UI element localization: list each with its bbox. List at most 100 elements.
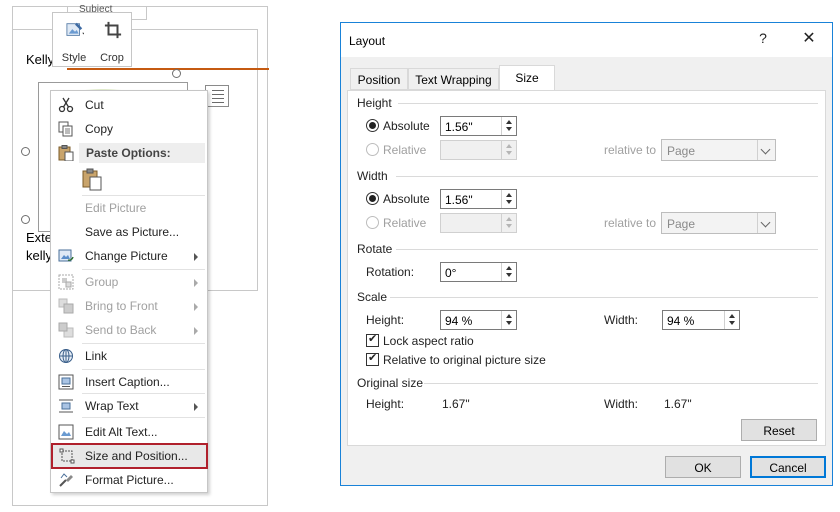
submenu-arrow-icon xyxy=(194,279,198,287)
stepper-arrows-icon[interactable] xyxy=(501,311,516,329)
original-size-section-label: Original size xyxy=(357,376,424,390)
layout-options-button[interactable] xyxy=(205,85,229,107)
link-icon xyxy=(59,349,73,363)
style-button[interactable]: Style xyxy=(55,15,93,65)
reset-button[interactable]: Reset xyxy=(741,419,817,441)
menu-item-wrap-text[interactable]: Wrap Text xyxy=(52,395,206,417)
scale-width-stepper[interactable]: 94 % xyxy=(662,310,740,330)
menu-item-bring-to-front[interactable]: Bring to Front xyxy=(52,295,206,317)
ok-button[interactable]: OK xyxy=(665,456,741,478)
scale-width-value: 94 % xyxy=(667,314,695,328)
resize-handle-bottom-left[interactable] xyxy=(21,215,30,224)
original-height-value: 1.67" xyxy=(442,397,470,411)
menu-label-send-to-back: Send to Back xyxy=(85,323,157,337)
layout-dialog: Layout ? ✕ Position Text Wrapping Size H… xyxy=(340,22,833,486)
stepper-arrows-icon[interactable] xyxy=(501,263,516,281)
scale-height-stepper[interactable]: 94 % xyxy=(440,310,517,330)
menu-item-insert-caption[interactable]: Insert Caption... xyxy=(52,371,206,393)
format-picture-icon xyxy=(59,473,73,487)
width-relative-to-value: Page xyxy=(667,217,696,231)
menu-item-group[interactable]: Group xyxy=(52,271,206,293)
section-divider xyxy=(396,176,818,177)
menu-item-save-as-picture[interactable]: Save as Picture... xyxy=(52,221,206,243)
paste-keep-source-button[interactable] xyxy=(81,168,103,192)
crop-icon xyxy=(104,21,122,39)
menu-item-cut[interactable]: Cut xyxy=(52,94,206,116)
crop-button[interactable]: Crop xyxy=(93,15,131,65)
stepper-arrows-icon[interactable] xyxy=(501,190,516,208)
tab-size[interactable]: Size xyxy=(499,65,555,91)
section-divider xyxy=(390,297,818,298)
menu-label-save-as-picture: Save as Picture... xyxy=(85,225,180,239)
height-relative-radio[interactable] xyxy=(366,143,379,156)
menu-item-edit-alt-text[interactable]: Edit Alt Text... xyxy=(52,421,206,443)
dialog-title: Layout xyxy=(349,34,386,48)
stepper-arrows-icon[interactable] xyxy=(501,141,516,159)
mini-toolbar: Style Crop xyxy=(52,12,132,67)
menu-item-change-picture[interactable]: Change Picture xyxy=(52,245,206,267)
menu-item-send-to-back[interactable]: Send to Back xyxy=(52,319,206,341)
tab-size-label: Size xyxy=(515,71,539,85)
menu-item-copy[interactable]: Copy xyxy=(52,118,206,140)
dialog-titlebar: Layout ? ✕ xyxy=(341,23,832,57)
help-button[interactable]: ? xyxy=(755,30,771,46)
height-absolute-label: Absolute xyxy=(383,119,430,133)
submenu-arrow-icon xyxy=(194,303,198,311)
checkmark-icon: ✔ xyxy=(368,333,378,345)
rotation-stepper[interactable]: 0° xyxy=(440,262,517,282)
height-absolute-stepper[interactable]: 1.56" xyxy=(440,116,517,136)
lock-aspect-checkbox[interactable]: ✔ xyxy=(366,333,379,347)
size-tab-panel: Height Absolute 1.56" Relative relative … xyxy=(347,90,826,446)
stepper-arrows-icon[interactable] xyxy=(724,311,739,329)
menu-item-size-and-position[interactable]: Size and Position... xyxy=(51,443,208,469)
width-relative-to-select[interactable]: Page xyxy=(661,212,776,234)
scale-width-label: Width: xyxy=(604,313,639,327)
chevron-down-icon[interactable] xyxy=(757,140,775,160)
copy-icon xyxy=(58,121,73,137)
tab-position[interactable]: Position xyxy=(350,68,408,90)
height-section-label: Height xyxy=(357,96,392,110)
document-text-ext: Exte xyxy=(26,230,53,245)
submenu-arrow-icon xyxy=(194,327,198,335)
menu-separator xyxy=(82,417,205,418)
width-absolute-radio[interactable] xyxy=(366,192,379,205)
height-relative-stepper[interactable] xyxy=(440,140,517,160)
wrap-text-icon xyxy=(59,399,73,413)
tab-text-wrapping[interactable]: Text Wrapping xyxy=(408,68,499,90)
menu-label-format-picture: Format Picture... xyxy=(85,473,174,487)
menu-item-format-picture[interactable]: Format Picture... xyxy=(52,469,206,491)
menu-item-link[interactable]: Link xyxy=(52,345,206,367)
size-position-icon xyxy=(59,448,75,464)
stepper-arrows-icon[interactable] xyxy=(501,117,516,135)
width-relative-radio[interactable] xyxy=(366,216,379,229)
group-icon xyxy=(58,274,74,290)
submenu-arrow-icon xyxy=(194,253,198,261)
chevron-down-icon[interactable] xyxy=(757,213,775,233)
stepper-arrows-icon[interactable] xyxy=(501,214,516,232)
context-menu: Cut Copy Paste Options: Edit Picture Sav… xyxy=(50,90,208,493)
bring-to-front-icon xyxy=(58,298,74,314)
width-relative-stepper[interactable] xyxy=(440,213,517,233)
paste-options-header: Paste Options: xyxy=(79,143,205,163)
menu-item-edit-picture[interactable]: Edit Picture xyxy=(52,197,206,219)
document-text-email: kelly xyxy=(26,248,53,263)
width-absolute-stepper[interactable]: 1.56" xyxy=(440,189,517,209)
crop-label: Crop xyxy=(100,52,124,64)
resize-handle-top-right[interactable] xyxy=(172,69,181,78)
cancel-button[interactable]: Cancel xyxy=(750,456,826,478)
paste-options-label: Paste Options: xyxy=(86,146,171,160)
height-relative-to-value: Page xyxy=(667,144,696,158)
menu-label-bring-to-front: Bring to Front xyxy=(85,299,158,313)
close-icon[interactable]: ✕ xyxy=(800,28,818,48)
menu-separator xyxy=(82,269,205,270)
width-absolute-label: Absolute xyxy=(383,192,430,206)
height-relative-to-select[interactable]: Page xyxy=(661,139,776,161)
height-relative-to-label: relative to xyxy=(604,143,657,157)
resize-handle-left[interactable] xyxy=(21,147,30,156)
tab-text-wrapping-label: Text Wrapping xyxy=(415,73,492,87)
relative-original-checkbox[interactable]: ✔ xyxy=(366,352,379,366)
menu-label-edit-picture: Edit Picture xyxy=(85,201,147,215)
picture-style-icon xyxy=(66,22,84,36)
height-absolute-radio[interactable] xyxy=(366,119,379,132)
section-divider xyxy=(398,103,818,104)
